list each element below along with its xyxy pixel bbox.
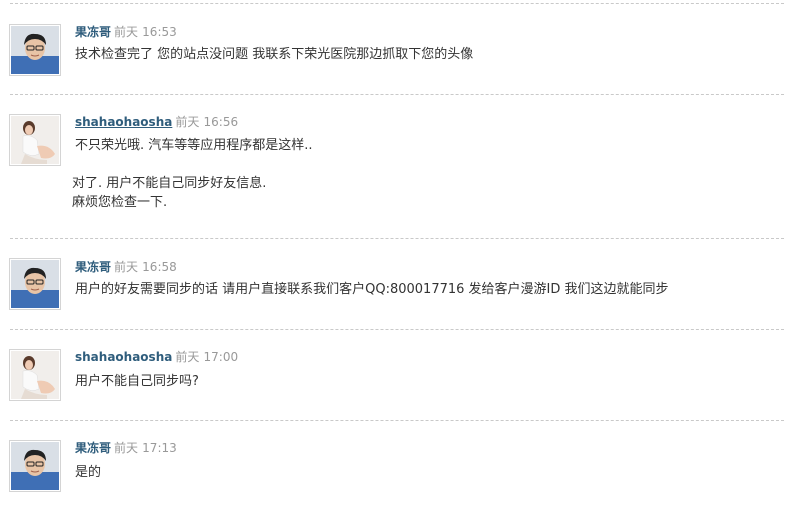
- female-avatar-icon: [11, 351, 59, 399]
- message-line: 对了. 用户不能自己同步好友信息.: [72, 176, 267, 191]
- message-line: 是的: [75, 465, 102, 480]
- avatar-male-user[interactable]: [9, 24, 61, 76]
- author-name[interactable]: 果冻哥: [75, 441, 111, 455]
- post-day: 前天: [175, 115, 200, 129]
- message-line: 麻烦您检查一下.: [72, 195, 168, 210]
- post-day: 前天: [114, 260, 139, 274]
- author-name[interactable]: 果冻哥: [75, 260, 111, 274]
- male-avatar-icon: [11, 260, 59, 308]
- message-line: 技术检查完了 您的站点没问题 我联系下荣光医院那边抓取下您的头像: [75, 47, 474, 62]
- message-body: 技术检查完了 您的站点没问题 我联系下荣光医院那边抓取下您的头像: [75, 45, 473, 64]
- avatar-male-user[interactable]: [9, 258, 61, 310]
- divider: [10, 94, 784, 95]
- author-name[interactable]: 果冻哥: [75, 25, 111, 39]
- message-line: 用户的好友需要同步的话 请用户直接联系我们客户QQ:800017716 发给客户…: [75, 282, 669, 297]
- author-name-link[interactable]: shahaohaosha: [75, 115, 172, 129]
- post-day: 前天: [175, 350, 200, 364]
- message-body: 不只荣光哦. 汽车等等应用程序都是这样.. 对了. 用户不能自己同步好友信息. …: [72, 136, 313, 212]
- post-time: 16:58: [142, 260, 177, 274]
- post-time: 17:13: [142, 441, 177, 455]
- avatar-female-user[interactable]: [9, 114, 61, 166]
- female-avatar-icon: [11, 116, 59, 164]
- message-line: 不只荣光哦. 汽车等等应用程序都是这样..: [75, 138, 313, 153]
- post-day: 前天: [114, 441, 139, 455]
- divider: [10, 420, 784, 421]
- post-time: 17:00: [203, 350, 239, 364]
- message-body: 是的: [75, 463, 101, 482]
- message-body: 用户的好友需要同步的话 请用户直接联系我们客户QQ:800017716 发给客户…: [75, 280, 669, 299]
- message-thread: 果冻哥 前天 16:53 技术检查完了 您的站点没问题 我联系下荣光医院那边抓取下…: [0, 0, 785, 506]
- divider: [10, 3, 784, 4]
- author-name[interactable]: shahaohaosha: [75, 350, 172, 364]
- avatar-female-user[interactable]: [9, 349, 61, 401]
- male-avatar-icon: [11, 26, 59, 74]
- avatar-male-user[interactable]: [9, 440, 61, 492]
- message-body: 用户不能自己同步吗?: [75, 372, 199, 391]
- post-time: 16:53: [142, 25, 177, 39]
- post-time: 16:56: [203, 115, 239, 129]
- post-day: 前天: [114, 25, 139, 39]
- divider: [10, 329, 784, 330]
- message-line: 用户不能自己同步吗?: [75, 374, 199, 389]
- male-avatar-icon: [11, 442, 59, 490]
- divider: [10, 238, 784, 239]
